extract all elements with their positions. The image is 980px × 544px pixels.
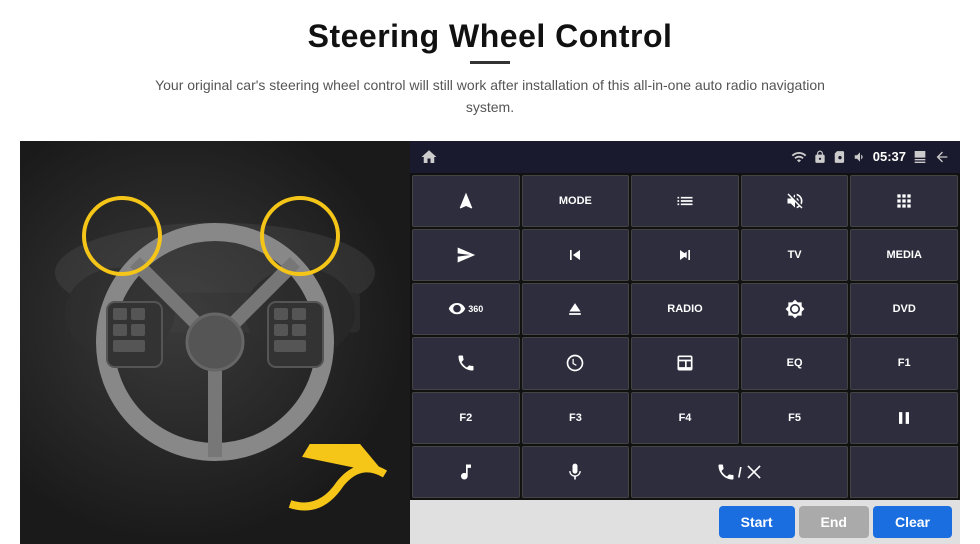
btn-next[interactable] [631,229,739,281]
steering-img-bg [20,141,410,544]
btn-call-volume[interactable]: / [631,446,848,498]
btn-apps[interactable] [850,175,958,227]
btn-f3[interactable]: F3 [522,392,630,444]
lock-icon [813,150,827,164]
sim-icon [833,150,847,164]
control-panel: 05:37 MODE [410,141,960,544]
button-grid: MODE [410,173,960,500]
btn-f4[interactable]: F4 [631,392,739,444]
btn-media[interactable]: MEDIA [850,229,958,281]
btn-playpause[interactable] [850,392,958,444]
btn-phone[interactable] [412,337,520,389]
btn-f5[interactable]: F5 [741,392,849,444]
btn-f2[interactable]: F2 [412,392,520,444]
title-section: Steering Wheel Control Your original car… [140,18,840,133]
btn-prev[interactable] [522,229,630,281]
btn-360[interactable]: 360 [412,283,520,335]
btn-radio[interactable]: RADIO [631,283,739,335]
btn-list[interactable] [631,175,739,227]
btn-eject[interactable] [522,283,630,335]
btn-mic[interactable] [522,446,630,498]
btn-dvd[interactable]: DVD [850,283,958,335]
btn-nav[interactable] [412,175,520,227]
btn-brightness[interactable] [741,283,849,335]
wifi-icon [791,149,807,165]
page-title: Steering Wheel Control [140,18,840,55]
page-subtitle: Your original car's steering wheel contr… [140,74,840,119]
highlight-right-circle [260,196,340,276]
end-button[interactable]: End [799,506,869,538]
title-divider [470,61,510,64]
status-bar: 05:37 [410,141,960,173]
status-left [420,148,438,166]
btn-eq[interactable]: EQ [741,337,849,389]
btn-music[interactable] [412,446,520,498]
highlight-left-circle [82,196,162,276]
screen-icon [912,149,928,165]
yellow-arrow [280,444,400,524]
btn-send[interactable] [412,229,520,281]
btn-tv[interactable]: TV [741,229,849,281]
home-icon [420,148,438,166]
empty-cell [850,446,958,498]
action-bar: Start End Clear [410,500,960,544]
btn-window[interactable] [631,337,739,389]
status-time: 05:37 [873,149,906,164]
content-area: 05:37 MODE [20,141,960,544]
volume-icon [853,150,867,164]
btn-compass[interactable] [522,337,630,389]
page-container: Steering Wheel Control Your original car… [0,0,980,544]
back-icon [934,149,950,165]
btn-mute[interactable] [741,175,849,227]
status-right: 05:37 [791,149,950,165]
steering-image-panel [20,141,410,544]
btn-f1[interactable]: F1 [850,337,958,389]
btn-mode[interactable]: MODE [522,175,630,227]
start-button[interactable]: Start [719,506,795,538]
clear-button[interactable]: Clear [873,506,952,538]
